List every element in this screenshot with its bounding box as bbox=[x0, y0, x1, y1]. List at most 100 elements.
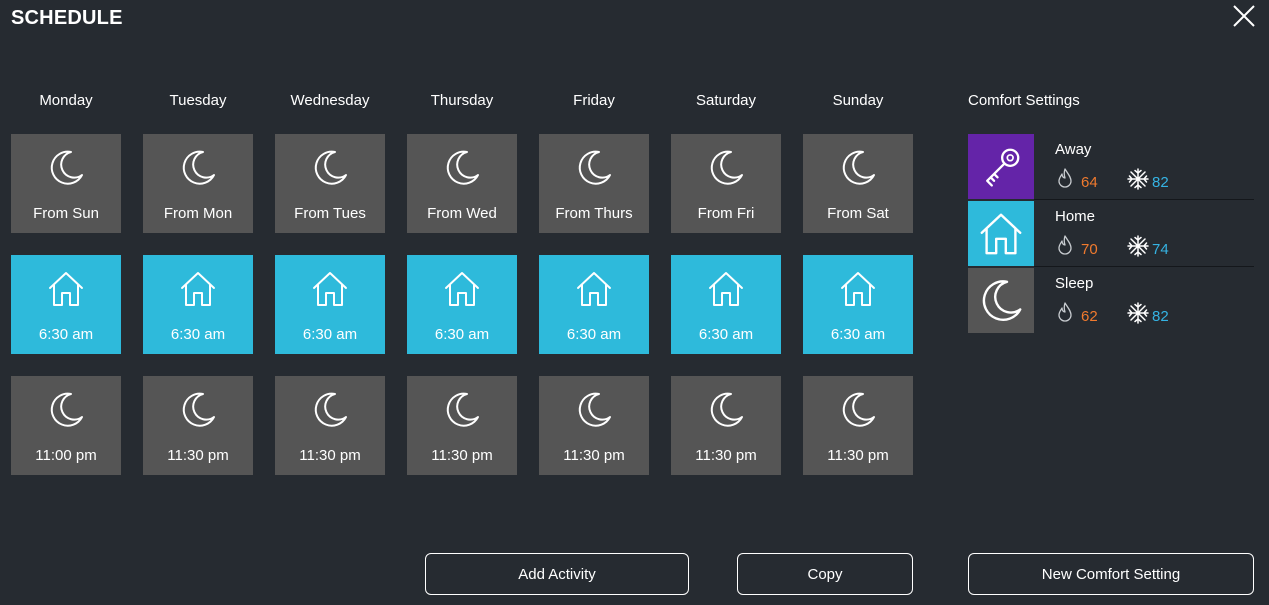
home-icon bbox=[445, 272, 479, 306]
activity-time: 11:30 pm bbox=[563, 447, 625, 464]
home-icon bbox=[980, 213, 1022, 254]
comfort-setting-away[interactable]: Away 64 82 bbox=[968, 134, 1254, 200]
comfort-setting-home[interactable]: Home 70 74 bbox=[968, 201, 1254, 267]
moon-icon bbox=[50, 392, 83, 427]
schedule-cell-thursday-2[interactable]: 6:30 am bbox=[407, 255, 517, 354]
moon-icon bbox=[182, 150, 215, 185]
close-icon[interactable] bbox=[1232, 4, 1256, 28]
flame-icon bbox=[1058, 302, 1072, 322]
comfort-swatch bbox=[968, 268, 1034, 333]
moon-icon bbox=[842, 392, 875, 427]
schedule-cell-tuesday-3[interactable]: 11:30 pm bbox=[143, 376, 253, 475]
day-label-friday: Friday bbox=[573, 92, 615, 109]
day-label-thursday: Thursday bbox=[430, 92, 494, 109]
comfort-swatch bbox=[968, 134, 1034, 199]
home-icon bbox=[181, 272, 215, 306]
home-icon bbox=[49, 272, 83, 306]
activity-time: 11:30 pm bbox=[431, 447, 493, 464]
activity-time: From Sun bbox=[33, 205, 99, 222]
activity-time: From Mon bbox=[163, 205, 233, 222]
activity-time: 11:30 pm bbox=[299, 447, 361, 464]
activity-time: 6:30 am bbox=[830, 326, 886, 343]
schedule-cell-sunday-1[interactable]: From Sat bbox=[803, 134, 913, 233]
schedule-cell-saturday-1[interactable]: From Fri bbox=[671, 134, 781, 233]
cool-setpoint: 82 bbox=[1152, 174, 1169, 191]
home-icon bbox=[313, 272, 347, 306]
schedule-cell-friday-3[interactable]: 11:30 pm bbox=[539, 376, 649, 475]
activity-time: 11:30 pm bbox=[827, 447, 889, 464]
schedule-cell-friday-2[interactable]: 6:30 am bbox=[539, 255, 649, 354]
snowflake-icon bbox=[1127, 302, 1149, 324]
snowflake-icon bbox=[1127, 168, 1149, 190]
schedule-cell-friday-1[interactable]: From Thurs bbox=[539, 134, 649, 233]
comfort-settings-title: Comfort Settings bbox=[968, 92, 1080, 109]
cool-setpoint: 82 bbox=[1152, 308, 1169, 325]
schedule-cell-saturday-3[interactable]: 11:30 pm bbox=[671, 376, 781, 475]
schedule-cell-saturday-2[interactable]: 6:30 am bbox=[671, 255, 781, 354]
day-label-wednesday: Wednesday bbox=[290, 92, 370, 109]
schedule-cell-tuesday-1[interactable]: From Mon bbox=[143, 134, 253, 233]
schedule-cell-monday-1[interactable]: From Sun bbox=[11, 134, 121, 233]
activity-time: 11:30 pm bbox=[695, 447, 757, 464]
moon-icon bbox=[842, 150, 875, 185]
activity-time: 6:30 am bbox=[566, 326, 622, 343]
activity-time: 11:30 pm bbox=[167, 447, 229, 464]
moon-icon bbox=[314, 392, 347, 427]
comfort-temps: 62 82 bbox=[1055, 301, 1235, 325]
snowflake-icon bbox=[1127, 235, 1149, 257]
schedule-cell-tuesday-2[interactable]: 6:30 am bbox=[143, 255, 253, 354]
day-label-sunday: Sunday bbox=[832, 92, 884, 109]
activity-time: From Wed bbox=[427, 205, 497, 222]
comfort-setting-sleep[interactable]: Sleep 62 82 bbox=[968, 268, 1254, 334]
comfort-name: Sleep bbox=[1055, 275, 1094, 292]
moon-icon bbox=[710, 150, 743, 185]
heat-setpoint: 64 bbox=[1081, 174, 1098, 191]
activity-time: From Thurs bbox=[555, 205, 633, 222]
schedule-cell-thursday-1[interactable]: From Wed bbox=[407, 134, 517, 233]
home-icon bbox=[841, 272, 875, 306]
add-activity-button[interactable]: Add Activity bbox=[425, 553, 689, 595]
activity-time: 6:30 am bbox=[434, 326, 490, 343]
activity-time: 6:30 am bbox=[170, 326, 226, 343]
heat-setpoint: 70 bbox=[1081, 241, 1098, 258]
moon-icon bbox=[446, 392, 479, 427]
schedule-cell-sunday-2[interactable]: 6:30 am bbox=[803, 255, 913, 354]
schedule-cell-wednesday-3[interactable]: 11:30 pm bbox=[275, 376, 385, 475]
divider bbox=[1034, 199, 1254, 200]
day-label-saturday: Saturday bbox=[695, 92, 757, 109]
activity-time: From Tues bbox=[294, 205, 366, 222]
comfort-temps: 64 82 bbox=[1055, 167, 1235, 191]
schedule-cell-wednesday-1[interactable]: From Tues bbox=[275, 134, 385, 233]
home-icon bbox=[577, 272, 611, 306]
activity-time: 6:30 am bbox=[698, 326, 754, 343]
activity-time: From Fri bbox=[697, 205, 755, 222]
moon-icon bbox=[982, 279, 1022, 321]
schedule-cell-monday-3[interactable]: 11:00 pm bbox=[11, 376, 121, 475]
flame-icon bbox=[1058, 168, 1072, 188]
comfort-swatch bbox=[968, 201, 1034, 266]
comfort-name: Home bbox=[1055, 208, 1096, 225]
new-comfort-setting-button[interactable]: New Comfort Setting bbox=[968, 553, 1254, 595]
schedule-cell-monday-2[interactable]: 6:30 am bbox=[11, 255, 121, 354]
copy-button[interactable]: Copy bbox=[737, 553, 913, 595]
moon-icon bbox=[50, 150, 83, 185]
flame-icon bbox=[1058, 235, 1072, 255]
moon-icon bbox=[578, 392, 611, 427]
activity-time: From Sat bbox=[827, 205, 889, 222]
activity-time: 6:30 am bbox=[38, 326, 94, 343]
schedule-cell-thursday-3[interactable]: 11:30 pm bbox=[407, 376, 517, 475]
divider bbox=[1034, 266, 1254, 267]
home-icon bbox=[709, 272, 743, 306]
key-icon bbox=[986, 148, 1020, 187]
moon-icon bbox=[314, 150, 347, 185]
schedule-cell-sunday-3[interactable]: 11:30 pm bbox=[803, 376, 913, 475]
activity-time: 6:30 am bbox=[302, 326, 358, 343]
heat-setpoint: 62 bbox=[1081, 308, 1098, 325]
schedule-cell-wednesday-2[interactable]: 6:30 am bbox=[275, 255, 385, 354]
moon-icon bbox=[710, 392, 743, 427]
comfort-temps: 70 74 bbox=[1055, 234, 1235, 258]
activity-time: 11:00 pm bbox=[35, 447, 97, 464]
moon-icon bbox=[578, 150, 611, 185]
moon-icon bbox=[446, 150, 479, 185]
day-label-tuesday: Tuesday bbox=[169, 92, 227, 109]
